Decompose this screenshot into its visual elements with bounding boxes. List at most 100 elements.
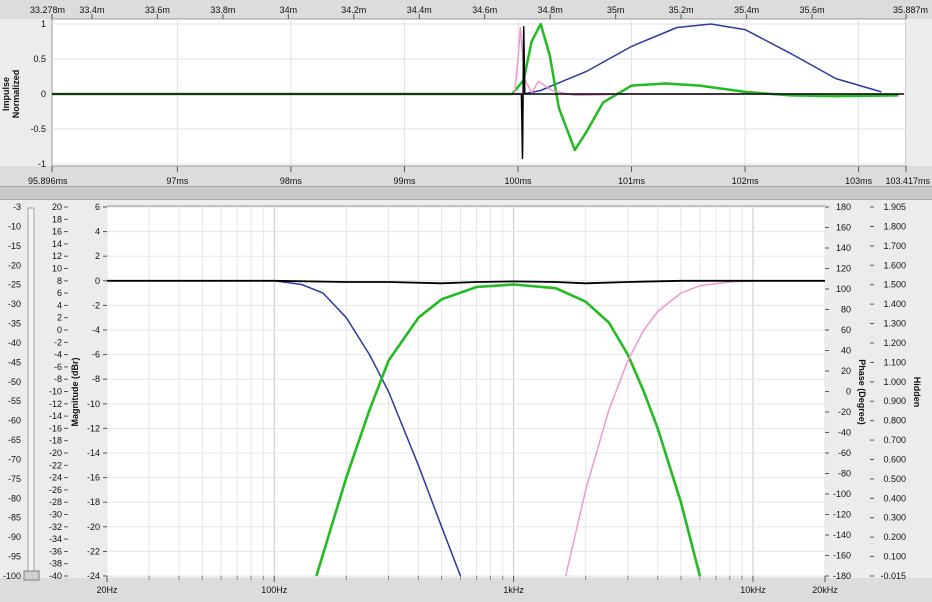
hidden-tick-1-905: 1.905 (883, 202, 906, 212)
hidden-tick-1-100: 1.100 (883, 357, 906, 367)
impulse-top-tick-34-2m: 34.2m (341, 5, 366, 15)
hidden-tick-0-900: 0.900 (883, 396, 906, 406)
impulse-top-tick-33-278m: 33.278m (30, 5, 65, 15)
left-scale-tick-3: -3 (13, 202, 21, 212)
magnitude-grid-tick-0: 0 (95, 276, 100, 286)
hidden-tick-0-600: 0.600 (883, 454, 906, 464)
impulse-top-tick-34-8m: 34.8m (538, 5, 563, 15)
magnitude-tick-30: -30 (49, 510, 62, 520)
left-scale-tick-60: -60 (8, 416, 21, 426)
left-scale-tick-50: -50 (8, 377, 21, 387)
magnitude-tick-4: -4 (54, 350, 62, 360)
left-scale-tick-75: -75 (8, 474, 21, 484)
hidden-tick-0-015: -0.015 (880, 571, 906, 581)
magnitude-grid-tick-6: -6 (92, 350, 100, 360)
hidden-tick-0-300: 0.300 (883, 513, 906, 523)
frequency-tick-1kHz: 1kHz (503, 585, 524, 595)
magnitude-tick-14: 14 (52, 239, 62, 249)
magnitude-tick-38: -38 (49, 559, 62, 569)
magnitude-grid-tick-4: 4 (95, 227, 100, 237)
left-scale-tick-45: -45 (8, 357, 21, 367)
impulse-bottom-tick-102ms: 102ms (732, 176, 760, 186)
magnitude-tick-6: -6 (54, 362, 62, 372)
left-scale-tick-100: -100 (3, 571, 21, 581)
phase-tick-40: 40 (841, 346, 851, 356)
magnitude-tick-36: -36 (49, 546, 62, 556)
magnitude-grid-tick-16: -16 (87, 473, 100, 483)
magnitude-grid-tick-2: -2 (92, 300, 100, 310)
impulse-top-tick-33-8m: 33.8m (210, 5, 235, 15)
magnitude-tick-18: -18 (49, 436, 62, 446)
impulse-bottom-tick-100ms: 100ms (504, 176, 532, 186)
phase-tick-180: -180 (833, 571, 851, 581)
level-slider-thumb[interactable] (23, 570, 40, 581)
impulse-right-margin (906, 19, 932, 166)
magnitude-tick-4: 4 (57, 300, 62, 310)
hidden-tick-0-100: 0.100 (883, 552, 906, 562)
phase-tick-60: 60 (841, 325, 851, 335)
impulse-top-tick-35-887m: 35.887m (893, 5, 928, 15)
hidden-tick-0-400: 0.400 (883, 493, 906, 503)
impulse-bottom-tick-103-417ms: 103.417ms (885, 176, 930, 186)
left-scale-tick-10: -10 (8, 221, 21, 231)
magnitude-grid-tick-8: -8 (92, 374, 100, 384)
magnitude-grid-tick-20: -20 (87, 522, 100, 532)
left-scale-tick-40: -40 (8, 338, 21, 348)
magnitude-tick-20: -20 (49, 448, 62, 458)
phase-axis-label: Phase (Degree) (857, 359, 867, 425)
magnitude-tick-8: 8 (57, 276, 62, 286)
impulse-ylabel-line1: Impulse (1, 77, 11, 111)
response-bottom-axis-bar (0, 578, 932, 602)
phase-tick-20: 20 (841, 366, 851, 376)
frequency-response-chart: -3-10-15-20-25-30-35-40-45-50-55-60-65-7… (0, 200, 932, 602)
impulse-bottom-tick-95-896ms: 95.896ms (28, 176, 68, 186)
magnitude-tick-18: 18 (52, 214, 62, 224)
phase-tick-120: -120 (833, 510, 851, 520)
level-slider-track[interactable] (27, 207, 35, 577)
impulse-ylabel-line2: Normalized (11, 70, 21, 119)
magnitude-tick-2: 2 (57, 313, 62, 323)
magnitude-tick-6: 6 (57, 288, 62, 298)
impulse-top-tick-34m: 34m (280, 5, 298, 15)
left-scale-tick-20: -20 (8, 260, 21, 270)
phase-tick-80: 80 (841, 305, 851, 315)
impulse-top-tick-34-4m: 34.4m (407, 5, 432, 15)
hidden-tick-1-400: 1.400 (883, 299, 906, 309)
left-scale-tick-35: -35 (8, 319, 21, 329)
impulse-top-tick-33-4m: 33.4m (79, 5, 104, 15)
left-scale-tick-95: -95 (8, 552, 21, 562)
impulse-y-tick-1: 1 (41, 19, 46, 29)
magnitude-grid-tick-14: -14 (87, 448, 100, 458)
phase-tick-0: 0 (846, 387, 851, 397)
magnitude-grid-tick-2: 2 (95, 251, 100, 261)
magnitude-tick-12: 12 (52, 251, 62, 261)
hidden-tick-1-500: 1.500 (883, 280, 906, 290)
magnitude-tick-40: -40 (49, 571, 62, 581)
left-scale-tick-80: -80 (8, 493, 21, 503)
hidden-tick-1-700: 1.700 (883, 241, 906, 251)
left-scale-tick-65: -65 (8, 435, 21, 445)
phase-tick-40: -40 (838, 428, 851, 438)
magnitude-axis-label: Magnitude (dBr) (70, 358, 80, 427)
impulse-top-tick-35-6m: 35.6m (800, 5, 825, 15)
magnitude-tick-16: 16 (52, 227, 62, 237)
panel-splitter[interactable] (0, 186, 932, 200)
impulse-top-tick-33-6m: 33.6m (145, 5, 170, 15)
magnitude-grid-tick-6: 6 (95, 202, 100, 212)
impulse-chart: 33.278m 33.4m 33.6m 33.8m 34m 34.2m 34.4m 34.6m… (0, 0, 932, 186)
impulse-plot-area (51, 18, 907, 167)
hidden-tick-1-600: 1.600 (883, 260, 906, 270)
impulse-y-tick-0-5: 0.5 (33, 54, 46, 64)
phase-tick-160: -160 (833, 551, 851, 561)
left-scale-tick-55: -55 (8, 396, 21, 406)
phase-tick-140: 140 (836, 243, 851, 253)
magnitude-tick-8: -8 (54, 374, 62, 384)
hidden-axis-label: Hidden (912, 377, 922, 408)
phase-tick-100: -100 (833, 489, 851, 499)
hidden-tick-1-200: 1.200 (883, 338, 906, 348)
magnitude-tick-10: -10 (49, 387, 62, 397)
impulse-bottom-tick-101ms: 101ms (618, 176, 646, 186)
magnitude-tick-20: 20 (52, 202, 62, 212)
hidden-tick-0-800: 0.800 (883, 416, 906, 426)
magnitude-grid-tick-10: -10 (87, 399, 100, 409)
